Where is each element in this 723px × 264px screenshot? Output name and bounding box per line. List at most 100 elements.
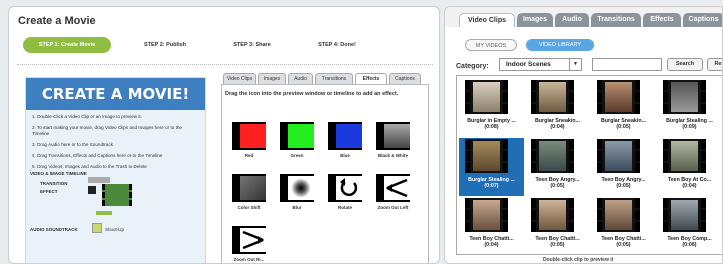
clip-duration: (0:08) <box>484 124 499 130</box>
tab-images[interactable]: Images <box>258 73 286 84</box>
film-thumbnail <box>465 80 508 114</box>
step-3[interactable]: STEP 3: Share <box>217 37 287 53</box>
film-thumbnail <box>531 80 574 114</box>
effect-zoom-out-right[interactable]: Zoom Out Ri... <box>230 226 268 263</box>
timeline-slot <box>88 177 110 183</box>
film-thumbnail <box>663 139 706 173</box>
intro-heading: CREATE A MOVIE! <box>26 78 205 110</box>
effect-label: Blur <box>292 205 302 210</box>
library-tabbar: Video Clips Images Audio Transitions Eff… <box>445 7 722 27</box>
effect-label: Green <box>290 153 304 158</box>
clip-item[interactable]: Teen Boy Angry... (0:05) <box>591 138 656 196</box>
effect-label: Black & White <box>377 153 408 158</box>
clip-item[interactable]: Burglar in Empty ... (0:08) <box>459 79 524 137</box>
effect-label: EFFECT <box>40 189 58 194</box>
tab-effects[interactable]: Effects <box>355 73 387 84</box>
tab-transitions[interactable]: Transitions <box>315 73 353 84</box>
my-videos-button[interactable]: MY VIDEOS <box>465 39 517 51</box>
create-movie-panel: Create a Movie STEP 1: Create Movie STEP… <box>8 6 440 264</box>
effect-label: Blue <box>340 153 350 158</box>
clip-duration: (0:06) <box>682 242 697 248</box>
effect-black-white[interactable]: Black & White <box>374 122 412 162</box>
tab-video-clips[interactable]: Video Clips <box>459 13 515 27</box>
clip-item[interactable]: Burglar Sneakin... (0:05) <box>591 79 656 137</box>
film-thumbnail <box>597 139 640 173</box>
media-library-panel: Video Clips Images Audio Transitions Eff… <box>444 6 723 264</box>
step-2[interactable]: STEP 2: Publish <box>125 37 205 53</box>
clip-duration: (0:05) <box>616 124 631 130</box>
green-swatch-icon <box>288 124 314 148</box>
timeline-label: VIDEO & IMAGE TIMELINE <box>30 171 87 176</box>
effect-red[interactable]: Red <box>230 122 268 162</box>
effect-rotate[interactable]: Rotate <box>326 174 364 214</box>
clip-item-selected[interactable]: Burglar Stealing ... (0:07) <box>459 138 524 196</box>
search-button[interactable]: Search <box>667 58 703 71</box>
film-thumbnail <box>531 198 574 232</box>
clip-item[interactable]: Teen Boy Chatti... (0:05) <box>591 197 656 254</box>
clip-duration: (0:05) <box>550 242 565 248</box>
film-thumbnail <box>597 198 640 232</box>
clip-duration: (0:09) <box>682 124 697 130</box>
clip-item[interactable]: Teen Boy Angry... (0:05) <box>525 138 590 196</box>
instruction-1: 1. Double-Click a Video Clip or an Image… <box>32 114 142 119</box>
step-bar: STEP 1: Create Movie STEP 2: Publish STE… <box>17 37 433 55</box>
preview-hint: Double-click clip to preview it <box>543 257 614 263</box>
clip-item[interactable]: Teen Boy Chatti... (0:05) <box>525 197 590 254</box>
effect-label: Rotate <box>337 205 352 210</box>
clip-duration: (0:05) <box>550 183 565 189</box>
soundtrack-item: Shout-Up <box>105 227 125 232</box>
effects-instruction: Drag the icon into the preview window or… <box>225 91 399 97</box>
timeline-diagram: VIDEO & IMAGE TIMELINE TRANSITION EFFECT… <box>30 171 199 245</box>
clip-item[interactable]: Burglar Sneakin... (0:04) <box>525 79 590 137</box>
film-thumbnail <box>663 198 706 232</box>
transition-label: TRANSITION <box>40 181 68 186</box>
film-thumbnail <box>465 198 508 232</box>
category-value: Indoor Scenes <box>506 61 551 68</box>
soundtrack-label: AUDIO SOUNDTRACK <box>30 227 78 232</box>
divider <box>17 64 433 65</box>
film-thumbnail <box>531 139 574 173</box>
step-1[interactable]: STEP 1: Create Movie <box>23 37 111 53</box>
instruction-5: 5. Drag Videos, Images and Audio to the … <box>32 164 147 169</box>
clip-item[interactable]: Teen Boy At Co... (0:04) <box>657 138 722 196</box>
tab-audio[interactable]: Audio <box>555 13 589 27</box>
effect-blur[interactable]: Blur <box>278 174 316 214</box>
clip-duration: (0:04) <box>484 242 499 248</box>
effect-zoom-out-left[interactable]: Zoom Out Left <box>374 174 412 214</box>
step-4[interactable]: STEP 4: Done! <box>302 37 372 53</box>
rotate-icon <box>336 176 362 200</box>
tab-effects[interactable]: Effects <box>643 13 681 27</box>
effect-color-shift[interactable]: Color Shift <box>230 174 268 214</box>
effect-label: Zoom Out Ri... <box>233 257 265 262</box>
clip-item[interactable]: Teen Boy Chatti... (0:04) <box>459 197 524 254</box>
instruction-2: 2. To start making your movie, drag Vide… <box>32 125 182 136</box>
clip-duration: (0:04) <box>550 124 565 130</box>
tab-captions[interactable]: Captions <box>389 73 421 84</box>
search-input[interactable] <box>592 58 662 71</box>
instruction-3: 3. Drag Audio here or to the Soundtrack <box>32 142 113 147</box>
reset-button[interactable]: Res <box>707 58 722 71</box>
category-select[interactable]: Indoor Scenes ▼ <box>499 58 582 71</box>
red-swatch-icon <box>240 124 266 148</box>
tab-audio[interactable]: Audio <box>288 73 313 84</box>
effect-label: Red <box>244 153 254 158</box>
zoom-out-left-icon <box>384 176 410 200</box>
tab-video-clips[interactable]: Video Clips <box>223 73 256 84</box>
clip-item[interactable]: Teen Boy Comp... (0:06) <box>657 197 722 254</box>
effect-label: Zoom Out Left <box>377 205 409 210</box>
clip-item[interactable]: Burglar Stealing ... (0:09) <box>657 79 722 137</box>
effects-panel: Drag the icon into the preview window or… <box>221 84 429 263</box>
tab-images[interactable]: Images <box>517 13 553 27</box>
effect-blue[interactable]: Blue <box>326 122 364 162</box>
timeline-clip-thumbnail <box>102 184 132 206</box>
video-library-button[interactable]: VIDEO LIBRARY <box>526 39 594 51</box>
zoom-out-right-icon <box>240 228 266 252</box>
tab-transitions[interactable]: Transitions <box>591 13 641 27</box>
panel-title: Create a Movie <box>18 15 96 27</box>
tab-captions[interactable]: Captions <box>683 13 722 27</box>
intro-card: CREATE A MOVIE! 1. Double-Click a Video … <box>25 77 206 263</box>
category-label: Category: <box>456 63 489 70</box>
instruction-4: 4. Drag Transitions, Effects and Caption… <box>32 153 163 158</box>
clip-duration: (0:05) <box>616 183 631 189</box>
effect-green[interactable]: Green <box>278 122 316 162</box>
